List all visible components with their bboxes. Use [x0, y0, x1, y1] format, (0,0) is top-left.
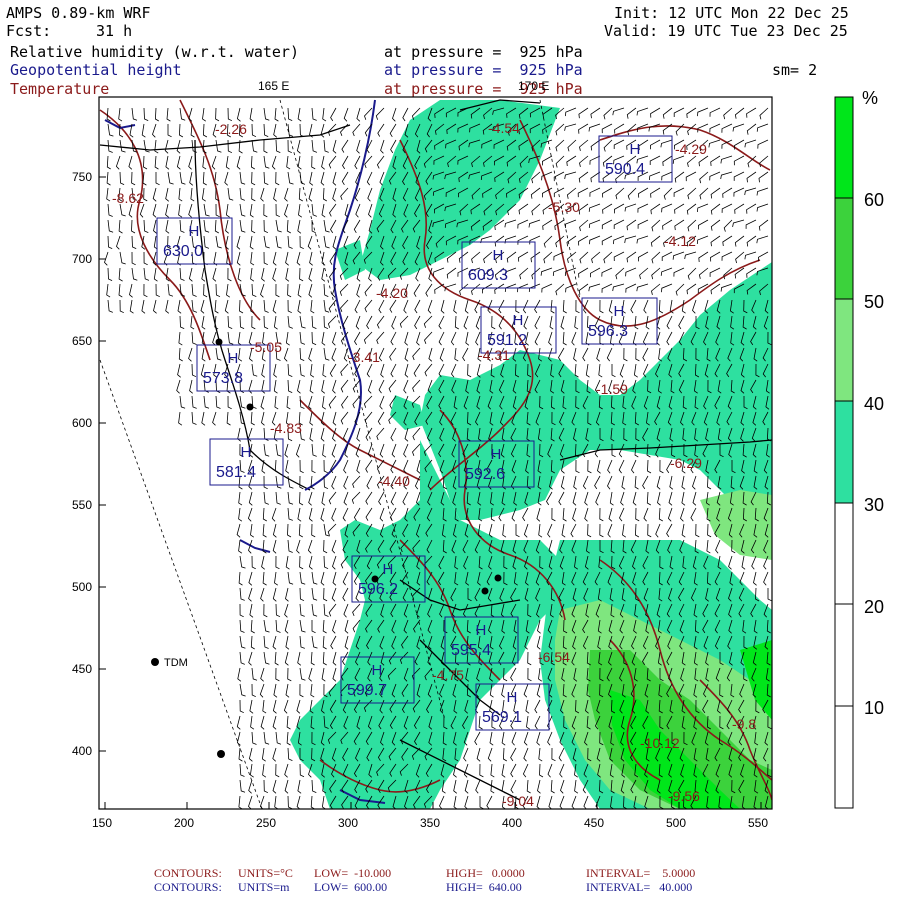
- temperature-label: -6.54: [538, 649, 570, 665]
- footer-temp-interval: INTERVAL= 5.0000: [586, 866, 696, 880]
- footer-height-high: HIGH= 640.00: [446, 880, 522, 894]
- temperature-label: -4.20: [376, 285, 408, 301]
- height-high-mark: H: [189, 223, 200, 240]
- x-tick-250: 250: [256, 816, 277, 830]
- height-high-value: 595.4: [451, 642, 491, 659]
- colorbar-label-10: 10: [864, 698, 885, 718]
- temperature-label: -4.12: [664, 233, 696, 249]
- x-tick-150: 150: [92, 816, 113, 830]
- x-tick-300: 300: [338, 816, 359, 830]
- temperature-label: -4.75: [432, 667, 464, 683]
- footer-temp-low: LOW= -10.000: [314, 866, 392, 880]
- footer-height-low: LOW= 600.00: [314, 880, 388, 894]
- colorbar-label-50: 50: [864, 292, 885, 312]
- x-tick-350: 350: [420, 816, 441, 830]
- temperature-label: -4.29: [675, 141, 707, 157]
- x-tick-200: 200: [174, 816, 195, 830]
- height-high-mark: H: [630, 141, 641, 158]
- temperature-label: -1.59: [596, 381, 628, 397]
- temperature-label: -5.05: [250, 339, 282, 355]
- station-label-tdm: TDM: [164, 657, 188, 669]
- y-tick-400: 400: [72, 744, 93, 758]
- height-high-mark: H: [493, 247, 504, 264]
- height-high-mark: H: [241, 444, 252, 461]
- height-high-value: 596.3: [588, 323, 628, 340]
- footer-height-label: CONTOURS:: [154, 880, 222, 894]
- height-high-value: 596.2: [358, 581, 398, 598]
- temperature-label: -10.12: [640, 735, 680, 751]
- weather-map-page: AMPS 0.89-km WRF Fcst: 31 h Init: 12 UTC…: [0, 0, 900, 900]
- colorbar-band-60-70: [835, 97, 853, 198]
- x-tick-400: 400: [502, 816, 523, 830]
- temperature-label: -4.54: [488, 120, 520, 136]
- height-high-mark: H: [491, 446, 502, 463]
- temperature-label: -9.8: [732, 716, 756, 732]
- colorbar-band-30-40: [835, 401, 853, 503]
- height-high-mark: H: [383, 561, 394, 578]
- height-high-value: 599.7: [347, 682, 387, 699]
- y-tick-500: 500: [72, 580, 93, 594]
- y-tick-550: 550: [72, 498, 93, 512]
- map-plot: H590.4H630.0 H609.3H591.2H596.3H573.8H581…: [98, 79, 773, 810]
- colorbar-band-50-60: [835, 198, 853, 299]
- temperature-label: -4.31: [478, 347, 510, 363]
- colorbar-unit: %: [862, 88, 879, 108]
- footer-temp-units: UNITS=°C: [238, 866, 293, 880]
- temperature-label: -8.62: [112, 190, 144, 206]
- y-tick-450: 450: [72, 662, 93, 676]
- temperature-label: -2.26: [215, 121, 247, 137]
- y-tick-750: 750: [72, 170, 93, 184]
- temperature-label: -5.30: [548, 199, 580, 215]
- height-high-mark: H: [614, 303, 625, 320]
- height-high-mark: H: [513, 312, 524, 329]
- footer-temp-label: CONTOURS:: [154, 866, 222, 880]
- height-high-value: 609.3: [468, 267, 508, 284]
- footer-height-interval: INTERVAL= 40.000: [586, 880, 693, 894]
- height-high-mark: H: [372, 662, 383, 679]
- y-tick-700: 700: [72, 252, 93, 266]
- colorbar-label-40: 40: [864, 394, 885, 414]
- height-high-mark: H: [507, 689, 518, 706]
- footer-height-units: UNITS=m: [238, 880, 290, 894]
- meridian-label-165e: 165 E: [258, 79, 289, 93]
- colorbar-label-20: 20: [864, 597, 885, 617]
- height-high-mark: H: [228, 350, 239, 367]
- height-high-mark: H: [476, 622, 487, 639]
- height-high-value: 630.0: [163, 243, 203, 260]
- colorbar-band-10-20: [835, 604, 853, 706]
- colorbar-band-0-10: [835, 706, 853, 808]
- x-tick-550: 550: [748, 816, 769, 830]
- colorbar-label-60: 60: [864, 190, 885, 210]
- y-tick-600: 600: [72, 416, 93, 430]
- colorbar-label-30: 30: [864, 495, 885, 515]
- y-tick-650: 650: [72, 334, 93, 348]
- temperature-label: -9.56: [668, 788, 700, 804]
- colorbar-band-40-50: [835, 299, 853, 401]
- height-high-value: 569.1: [482, 709, 522, 726]
- temperature-label: -3.41: [348, 349, 380, 365]
- temperature-label: -4.83: [270, 420, 302, 436]
- footer-temp-high: HIGH= 0.0000: [446, 866, 525, 880]
- temperature-label: -4.40: [378, 473, 410, 489]
- x-tick-450: 450: [584, 816, 605, 830]
- colorbar: [834, 96, 854, 809]
- temperature-label: -6.29: [670, 455, 702, 471]
- meridian-label-170e: 170 E: [518, 79, 549, 93]
- temperature-label: -9.04: [502, 793, 534, 809]
- height-high-value: 581.4: [216, 464, 256, 481]
- x-tick-500: 500: [666, 816, 687, 830]
- height-high-value: 592.6: [465, 466, 505, 483]
- height-high-value: 590.4: [605, 161, 645, 178]
- colorbar-band-20-30: [835, 503, 853, 604]
- height-high-value: 573.8: [203, 370, 243, 387]
